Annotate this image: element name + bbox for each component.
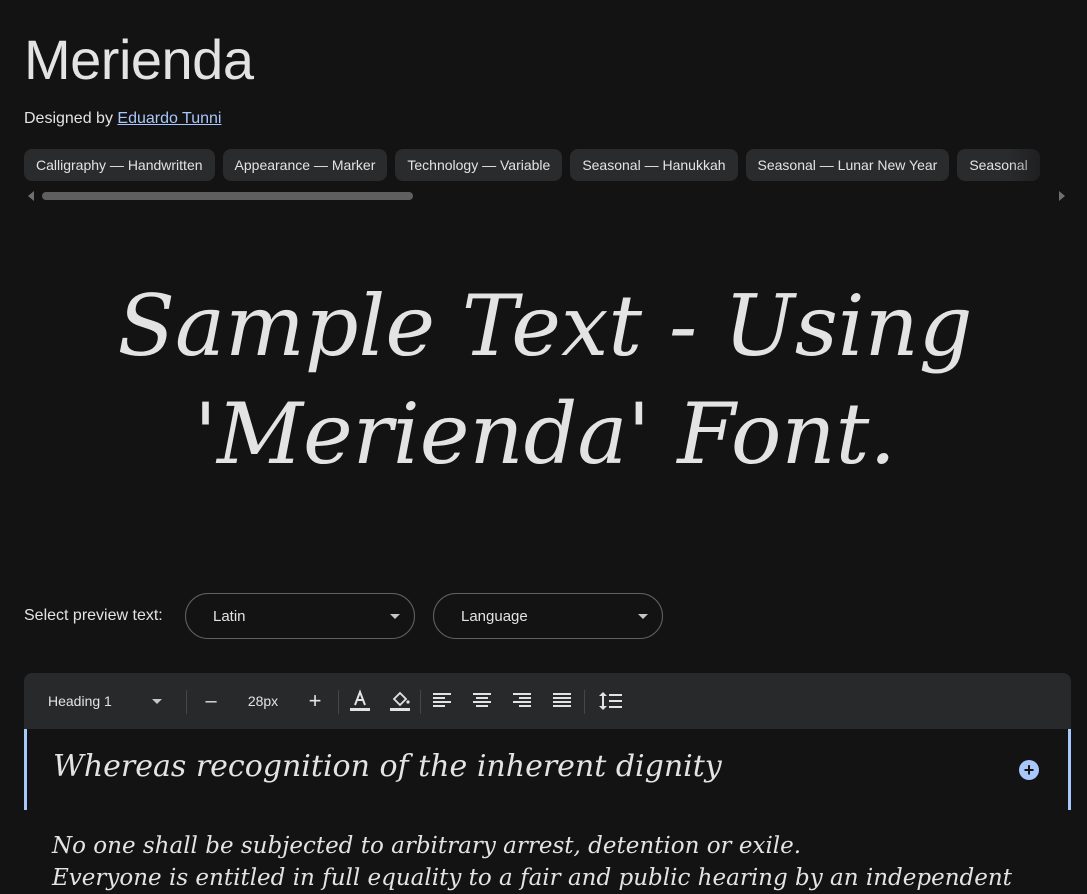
script-select-value: Latin — [213, 608, 246, 625]
align-justify-icon[interactable] — [548, 673, 576, 729]
toolbar-divider — [338, 690, 339, 714]
tag-chip[interactable]: Seasonal — Lunar New Year — [745, 149, 950, 181]
tag-chip[interactable]: Calligraphy — Handwritten — [24, 149, 215, 181]
text-style-select[interactable]: Heading 1 — [48, 673, 168, 729]
align-left-icon[interactable] — [428, 673, 456, 729]
preview-text-label: Select preview text: — [24, 607, 163, 624]
editor-body-text[interactable]: No one shall be subjected to arbitrary a… — [52, 830, 1062, 894]
tags-scrollbar-thumb[interactable] — [42, 192, 413, 200]
tag-chip[interactable]: Seasonal — Hanukkah — [570, 149, 738, 181]
editor-heading-row[interactable]: Whereas recognition of the inherent dign… — [24, 729, 1071, 810]
add-circle-icon[interactable]: + — [1019, 760, 1039, 780]
text-style-value: Heading 1 — [48, 693, 112, 709]
language-select[interactable]: Language — [433, 593, 663, 639]
body-text-line-2: Everyone is entitled in full equality to… — [52, 865, 1012, 891]
align-right-icon[interactable] — [508, 673, 536, 729]
chevron-down-icon — [638, 614, 648, 619]
increase-size-button[interactable]: + — [302, 673, 328, 729]
decrease-size-button[interactable]: – — [198, 673, 224, 729]
scroll-right-arrow-icon[interactable] — [1059, 191, 1065, 201]
script-select[interactable]: Latin — [185, 593, 415, 639]
line-height-icon[interactable] — [596, 673, 626, 729]
editor-toolbar: Heading 1 – 28px + — [24, 673, 1071, 729]
toolbar-divider — [584, 690, 585, 714]
toolbar-divider — [186, 690, 187, 714]
tag-list: Calligraphy — Handwritten Appearance — Ma… — [24, 149, 1087, 181]
sample-text-preview: Sample Text - Using 'Merienda' Font. — [60, 272, 1030, 488]
scroll-left-arrow-icon[interactable] — [28, 191, 34, 201]
chevron-down-icon — [390, 614, 400, 619]
align-center-icon[interactable] — [468, 673, 496, 729]
editor-heading-text[interactable]: Whereas recognition of the inherent dign… — [53, 749, 722, 784]
text-color-icon[interactable] — [346, 673, 374, 729]
body-text-line-1: No one shall be subjected to arbitrary a… — [52, 833, 802, 859]
tags-fade-overlay — [1007, 149, 1087, 181]
sample-line-2: 'Merienda' Font. — [193, 385, 897, 483]
designed-by-label: Designed by — [24, 110, 113, 127]
designer-link[interactable]: Eduardo Tunni — [117, 110, 221, 127]
language-select-value: Language — [461, 608, 528, 625]
tag-chip[interactable]: Technology — Variable — [395, 149, 563, 181]
sample-line-1: Sample Text - Using — [117, 277, 973, 375]
fill-color-icon[interactable] — [386, 673, 414, 729]
tag-chip[interactable]: Appearance — Marker — [222, 149, 388, 181]
designer-line: Designed by Eduardo Tunni — [24, 110, 221, 128]
font-size-value[interactable]: 28px — [238, 673, 288, 729]
toolbar-divider — [420, 690, 421, 714]
font-title: Merienda — [24, 28, 254, 91]
chevron-down-icon — [152, 699, 162, 704]
